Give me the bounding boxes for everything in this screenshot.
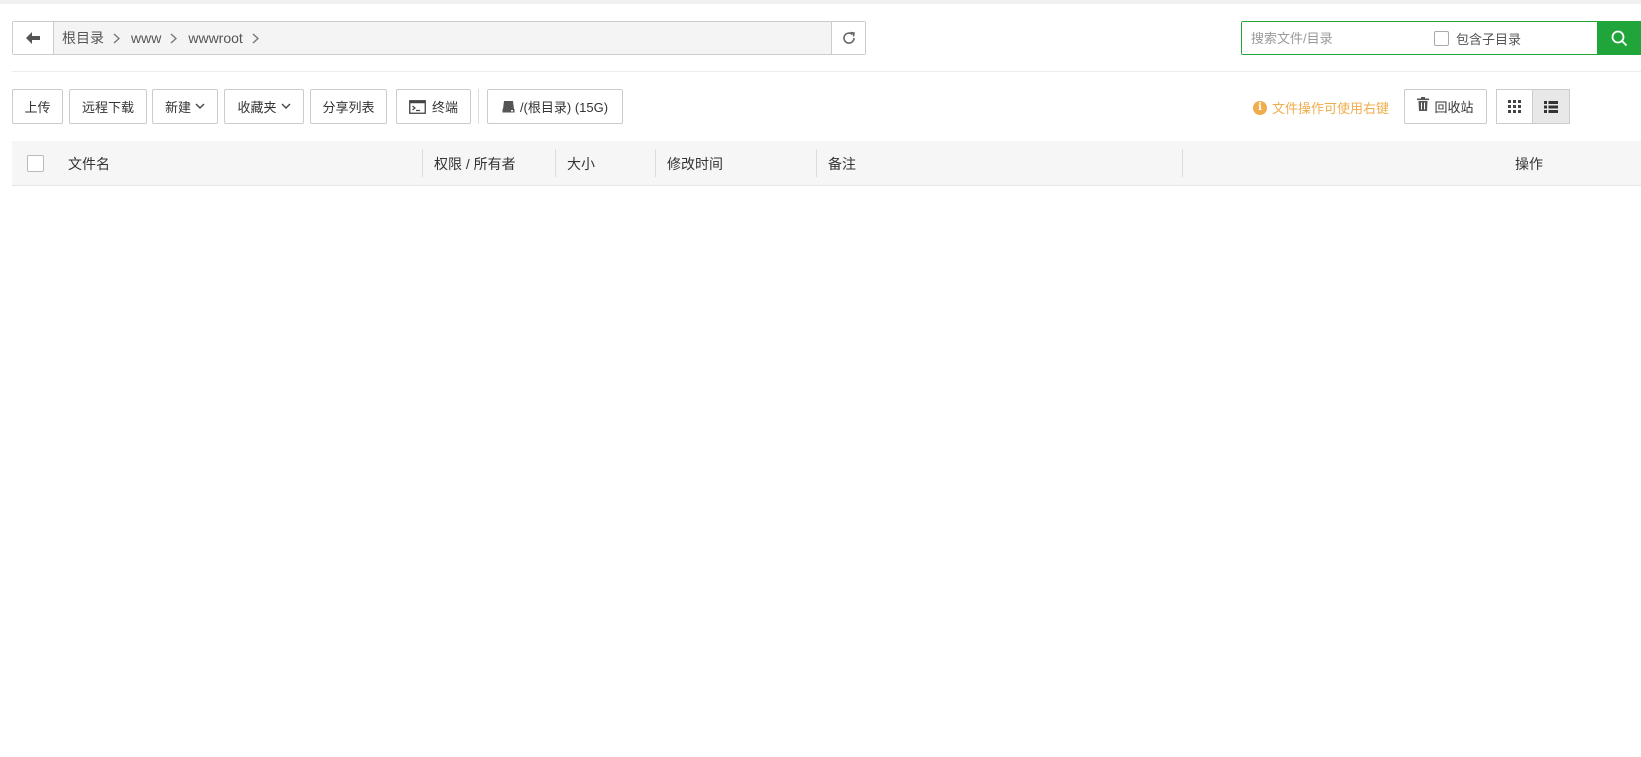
search-icon	[1611, 30, 1627, 46]
select-all-checkbox[interactable]	[27, 155, 44, 172]
terminal-button[interactable]: 终端	[396, 89, 471, 124]
include-subdir-checkbox[interactable]: 包含子目录	[1434, 22, 1521, 54]
new-label: 新建	[164, 100, 191, 115]
column-separator	[816, 149, 817, 177]
info-icon: i	[1253, 100, 1267, 115]
new-dropdown-button[interactable]: 新建	[152, 89, 218, 124]
upload-button[interactable]: 上传	[12, 89, 63, 124]
column-separator	[1182, 149, 1183, 177]
search-input[interactable]	[1242, 22, 1428, 54]
tip-text: 文件操作可使用右键	[1272, 101, 1390, 116]
list-icon	[1544, 100, 1558, 113]
refresh-button[interactable]	[831, 22, 865, 54]
breadcrumb: 根目录 www wwwroot	[54, 22, 831, 54]
favorites-label: 收藏夹	[237, 100, 277, 115]
chevron-down-icon	[281, 103, 291, 110]
grid-icon	[1508, 100, 1521, 113]
path-bar: 根目录 www wwwroot	[12, 21, 866, 55]
disk-label: /(根目录) (15G)	[519, 100, 609, 115]
remote-download-button[interactable]: 远程下载	[69, 89, 147, 124]
column-remark[interactable]: 备注	[828, 141, 856, 186]
hard-drive-icon	[502, 101, 515, 113]
view-toggle	[1496, 89, 1641, 124]
terminal-label: 终端	[431, 100, 458, 115]
column-modified-time[interactable]: 修改时间	[667, 141, 723, 186]
search-box: 包含子目录	[1241, 21, 1641, 55]
share-list-label: 分享列表	[322, 100, 375, 115]
terminal-icon	[409, 99, 426, 114]
include-subdir-label: 包含子目录	[1456, 31, 1522, 47]
grid-view-button[interactable]	[1496, 89, 1533, 124]
chevron-right-icon	[170, 32, 178, 44]
share-list-button[interactable]: 分享列表	[310, 89, 387, 124]
recycle-bin-button[interactable]: 回收站	[1404, 89, 1487, 124]
chevron-right-icon[interactable]	[252, 32, 259, 44]
column-separator	[555, 149, 556, 177]
top-strip	[0, 0, 1641, 4]
search-button[interactable]	[1597, 21, 1641, 55]
divider	[12, 71, 1641, 72]
recycle-label: 回收站	[1434, 100, 1474, 115]
breadcrumb-www[interactable]: www	[131, 30, 161, 46]
refresh-icon	[842, 31, 855, 44]
disk-button[interactable]: /(根目录) (15G)	[487, 89, 623, 124]
column-size[interactable]: 大小	[567, 141, 595, 186]
toolbar-separator	[478, 89, 479, 124]
column-filename[interactable]: 文件名	[68, 141, 110, 186]
context-menu-tip: i 文件操作可使用右键	[1253, 98, 1389, 117]
chevron-down-icon	[195, 103, 205, 110]
upload-label: 上传	[24, 100, 51, 115]
remote-download-label: 远程下载	[81, 100, 134, 115]
favorites-dropdown-button[interactable]: 收藏夹	[224, 89, 304, 124]
column-separator	[422, 149, 423, 177]
breadcrumb-wwwroot[interactable]: wwwroot	[188, 30, 242, 46]
back-button[interactable]	[13, 22, 54, 54]
chevron-right-icon	[113, 32, 120, 44]
arrow-left-icon	[26, 32, 40, 44]
column-permission[interactable]: 权限 / 所有者	[434, 141, 516, 186]
file-table-header: 文件名 权限 / 所有者 大小 修改时间 备注 操作	[12, 141, 1641, 186]
checkbox[interactable]	[1434, 30, 1449, 46]
breadcrumb-root[interactable]: 根目录	[62, 28, 104, 48]
trash-icon	[1417, 96, 1430, 111]
list-view-button[interactable]	[1533, 89, 1570, 124]
column-actions: 操作	[1515, 155, 1543, 172]
column-separator	[655, 149, 656, 177]
